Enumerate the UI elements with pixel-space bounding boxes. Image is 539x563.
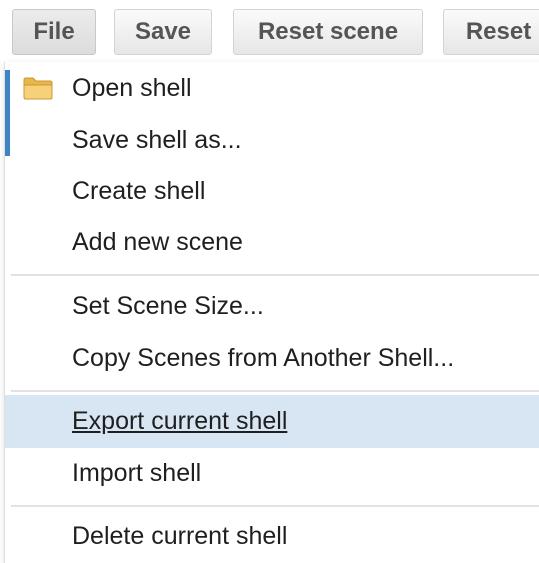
menu-separator	[11, 505, 539, 507]
menu-item-import-shell[interactable]: Import shell	[5, 447, 539, 499]
file-dropdown-menu: Open shell Save shell as... Create shell…	[4, 62, 539, 563]
menu-separator	[11, 390, 539, 392]
menu-item-label: Open shell	[72, 74, 192, 102]
menu-item-save-shell-as[interactable]: Save shell as...	[5, 114, 539, 166]
reset-scene-button[interactable]: Reset scene	[233, 9, 423, 55]
menu-item-set-scene-size[interactable]: Set Scene Size...	[5, 280, 539, 332]
file-menu-button[interactable]: File	[12, 9, 96, 55]
menu-item-export-current-shell[interactable]: Export current shell	[5, 395, 539, 448]
reset-button[interactable]: Reset	[443, 9, 539, 55]
menu-item-open-shell[interactable]: Open shell	[5, 62, 539, 114]
menu-item-label: Copy Scenes from Another Shell...	[72, 344, 455, 372]
menu-item-copy-scenes[interactable]: Copy Scenes from Another Shell...	[5, 332, 539, 384]
toolbar: File Save Reset scene Reset	[0, 0, 539, 62]
menu-item-label: Add new scene	[72, 228, 243, 256]
menu-item-label: Delete current shell	[72, 522, 288, 550]
menu-item-label: Export current shell	[72, 407, 288, 435]
menu-item-create-shell[interactable]: Create shell	[5, 165, 539, 217]
menu-item-add-new-scene[interactable]: Add new scene	[5, 216, 539, 268]
save-button[interactable]: Save	[114, 9, 212, 55]
menu-item-delete-current-shell[interactable]: Delete current shell	[5, 510, 539, 562]
menu-item-label: Save shell as...	[72, 126, 242, 154]
menu-item-label: Import shell	[72, 459, 202, 487]
menu-item-label: Create shell	[72, 177, 206, 205]
menu-item-label: Set Scene Size...	[72, 292, 264, 320]
menu-separator	[11, 274, 539, 276]
